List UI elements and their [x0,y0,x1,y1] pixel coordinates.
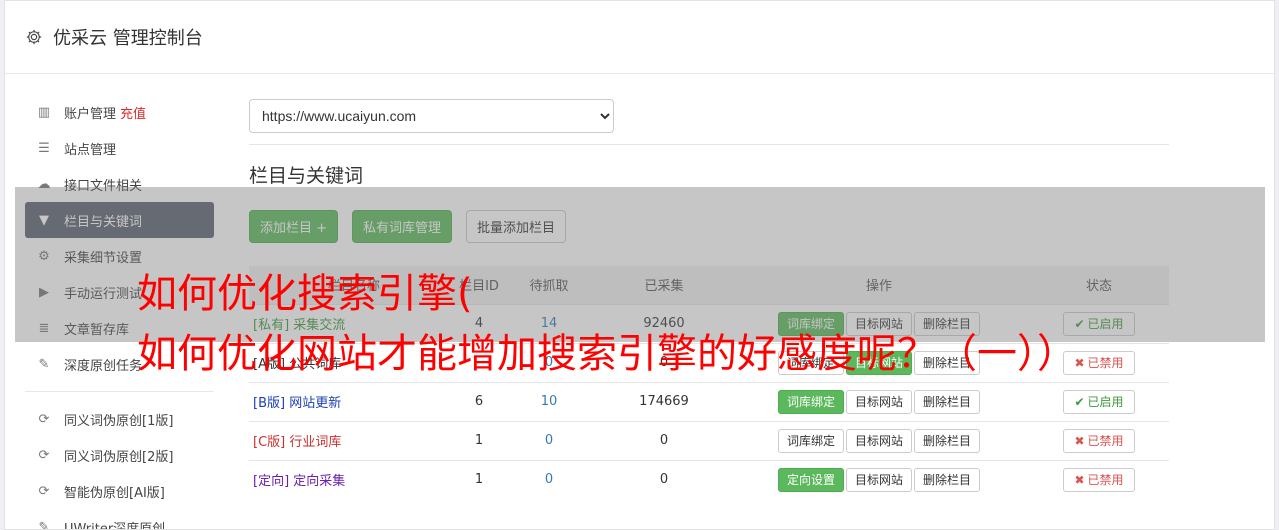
collected-count: 0 [599,459,729,499]
status-cell: ✔ 已启用 [1029,381,1169,421]
bind-lib-button[interactable]: 词库绑定 [777,428,844,453]
status-cell: ✖ 已禁用 [1029,420,1169,460]
column-id: 1 [459,420,499,460]
sidebar-item-label: 同义词伪原创[1版] [64,413,174,429]
collected-count: 174669 [599,381,729,421]
overlay-headline: 如何优化搜索引擎( 如何优化网站才能增加搜索引擎的好感度呢？（一）） [137,264,1077,384]
section-title: 栏目与关键词 [249,165,364,187]
sidebar-item-label: 智能伪原创[AI版] [64,485,165,501]
app-header: 优采云 管理控制台 [5,1,1274,74]
recharge-link[interactable]: 充值 [120,103,146,122]
sidebar-item-label: 深度原创任务 [64,358,143,374]
column-name-cell[interactable]: [C版] 行业词库 [249,420,459,460]
site-select[interactable]: https://www.ucaiyun.com [249,99,614,133]
edit-icon: ✎ [38,356,50,372]
column-name-cell[interactable]: [B版] 网站更新 [249,381,459,421]
close-icon: ✖ [1074,433,1085,448]
status-toggle[interactable]: ✖ 已禁用 [1063,467,1135,492]
sidebar-item-label: 同义词伪原创[2版] [64,449,174,465]
column-id: 1 [459,459,499,499]
gear-icon [26,29,42,45]
close-icon: ✖ [1074,472,1085,487]
target-site-button[interactable]: 目标网站 [845,389,912,414]
divider [249,144,1169,145]
status-label: 已启用 [1087,395,1124,409]
sidebar-divider [25,391,214,392]
sidebar-item-uwriter[interactable]: ✎ UWriter深度原创 [25,509,214,530]
status-label: 已禁用 [1087,434,1124,448]
bar-chart-icon: ▥ [37,104,51,120]
status-label: 已禁用 [1087,356,1124,370]
headline-line-2: 如何优化网站才能增加搜索引擎的好感度呢？（一）） [137,331,1077,377]
collected-count: 0 [599,420,729,460]
refresh-icon: ⟳ [38,483,50,499]
status-label: 已禁用 [1087,473,1124,488]
refresh-icon: ⟳ [38,447,50,463]
table-row: [定向] 定向采集 1 0 0 定向设置 目标网站 删除栏目 ✖ 已禁用 [249,459,1169,499]
column-tag: [定向] [253,474,290,490]
column-name[interactable]: 网站更新 [289,396,341,411]
headline-line-1: 如何优化搜索引擎( [137,271,473,317]
app-title: 优采云 管理控制台 [53,28,203,49]
pending-count[interactable]: 0 [499,459,599,499]
delete-column-button[interactable]: 删除栏目 [914,428,981,453]
status-cell: ✖ 已禁用 [1029,459,1169,499]
target-site-button[interactable]: 目标网站 [845,467,912,492]
column-tag: [B版] [253,396,286,411]
ops-cell: 定向设置 目标网站 删除栏目 [729,459,1029,499]
server-icon: ☰ [38,140,50,156]
delete-column-button[interactable]: 删除栏目 [914,467,981,492]
sidebar-item-label: 站点管理 [64,142,117,158]
pending-count[interactable]: 0 [499,420,599,460]
column-name-cell[interactable]: [定向] 定向采集 [249,459,459,499]
column-tag: [C版] [253,435,286,450]
refresh-icon: ⟳ [38,411,50,427]
sidebar-item-sites[interactable]: ☰ 站点管理 [25,130,214,166]
ops-cell: 词库绑定 目标网站 删除栏目 [729,381,1029,421]
status-toggle[interactable]: ✔ 已启用 [1063,389,1135,414]
table-row: [B版] 网站更新 6 10 174669 词库绑定 目标网站 删除栏目 ✔ 已启用 [249,381,1169,421]
column-id: 6 [459,381,499,421]
check-icon: ✔ [1074,394,1085,409]
table-row: [C版] 行业词库 1 0 0 词库绑定 目标网站 删除栏目 ✖ 已禁用 [249,420,1169,460]
bind-lib-button[interactable]: 词库绑定 [777,389,844,414]
sidebar-item-account[interactable]: ▥ 账户管理 充值 [25,94,214,130]
column-name[interactable]: 行业词库 [289,435,341,450]
sidebar-item-ai-rewrite[interactable]: ⟳ 智能伪原创[AI版] [25,473,214,509]
ops-cell: 词库绑定 目标网站 删除栏目 [729,420,1029,460]
edit-icon: ✎ [38,519,50,530]
sidebar-item-label: UWriter深度原创 [64,521,166,530]
column-name[interactable]: 定向采集 [293,474,345,489]
delete-column-button[interactable]: 删除栏目 [914,389,981,414]
sidebar-item-label: 账户管理 [64,106,117,122]
target-site-button[interactable]: 目标网站 [845,428,912,453]
status-toggle[interactable]: ✖ 已禁用 [1063,428,1135,453]
pending-count[interactable]: 10 [499,381,599,421]
sidebar-item-synonym-v1[interactable]: ⟳ 同义词伪原创[1版] [25,401,214,437]
directed-settings-button[interactable]: 定向设置 [777,467,844,492]
sidebar-item-synonym-v2[interactable]: ⟳ 同义词伪原创[2版] [25,437,214,473]
